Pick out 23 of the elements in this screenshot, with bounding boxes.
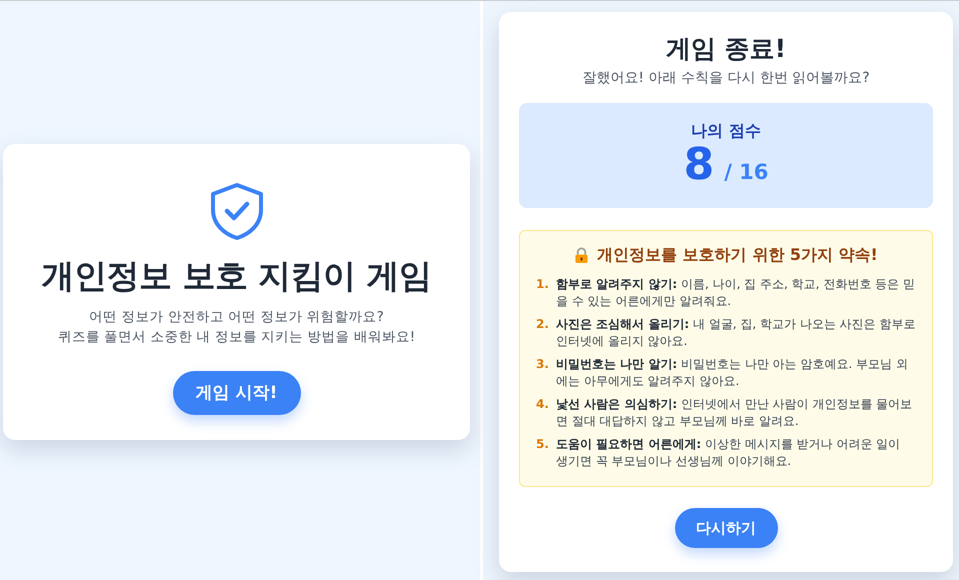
rule-text: 함부로 알려주지 않기: 이름, 나이, 집 주소, 학교, 전화번호 등은 믿을 수 있는 어른에게만 알려줘요. bbox=[556, 276, 916, 310]
shield-check-icon bbox=[208, 182, 264, 240]
lock-icon bbox=[574, 247, 590, 264]
score-total: / 16 bbox=[724, 160, 768, 184]
description-text: 퀴즈를 풀면서 소중한 내 정보를 지키는 방법을 배워봐요! bbox=[58, 328, 416, 346]
result-subtitle: 잘했어요! 아래 수칙을 다시 한번 읽어볼까요? bbox=[582, 69, 870, 87]
rule-text: 비밀번호는 나만 알기: 비밀번호는 나만 아는 암호예요. 부모님 외에는 아무에게도 알려주지 않아요. bbox=[556, 356, 909, 390]
rule-text: 사진은 조심해서 올리기: 내 얼굴, 집, 학교가 나오는 사진은 함부로 인터넷에 올리지 않아요. bbox=[556, 316, 916, 350]
rule-number: 3. bbox=[536, 356, 550, 373]
game-title: 개인정보 보호 지킴이 게임 bbox=[41, 254, 432, 296]
rule-number: 2. bbox=[536, 316, 550, 333]
rule-number: 4. bbox=[536, 396, 550, 413]
score-label: 나의 점수 bbox=[691, 121, 761, 142]
start-button[interactable]: 게임 시작! bbox=[172, 370, 300, 414]
rule-text: 낯선 사람은 의심하기: 인터넷에서 만난 사람이 개인정보를 물어보면 절대 대답하지 않고 부모님께 바로 알려요. bbox=[556, 396, 914, 430]
rule-text: 도움이 필요하면 어른에게: 이상한 메시지를 받거나 어려운 일이 생기면 꼭 부모님이나 선생님께 이야기해요. bbox=[556, 436, 902, 470]
rules-title: 개인정보를 보호하기 위한 5가지 약속! bbox=[597, 245, 878, 266]
rule-number: 1. bbox=[536, 276, 550, 293]
rule-number: 5. bbox=[536, 436, 550, 453]
result-title: 게임 종료! bbox=[666, 33, 786, 65]
retry-button[interactable]: 다시하기 bbox=[674, 508, 778, 548]
description-text: 어떤 정보가 안전하고 어떤 정보가 위험할까요? bbox=[88, 308, 385, 326]
score-value: 8 bbox=[684, 140, 714, 190]
